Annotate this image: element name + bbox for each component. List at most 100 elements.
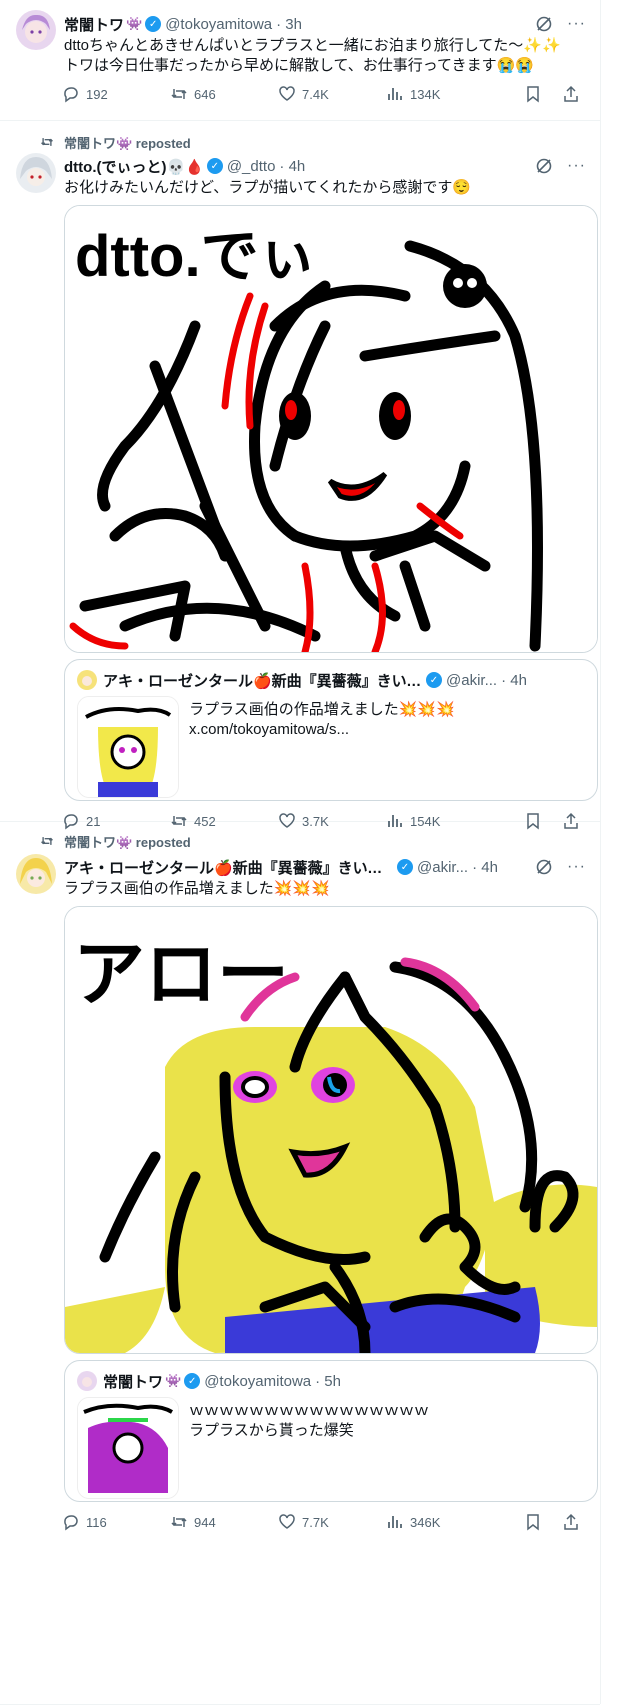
views-icon — [388, 1516, 402, 1528]
repost-button[interactable]: 646 — [170, 85, 278, 103]
author-name[interactable]: dtto.(でぃっと)💀🩸 — [64, 156, 204, 177]
quote-text-line: ラプラス画伯の作品増えました💥💥💥 — [189, 701, 455, 718]
action-bar: 116 944 7.7K 346K — [62, 1512, 586, 1532]
post-image[interactable]: アロー — [64, 906, 598, 1354]
drawing-dtto: dtto.でぃ — [65, 206, 597, 652]
alien-icon: 👾 — [126, 16, 143, 31]
author-name[interactable]: 常闇トワ — [64, 14, 124, 35]
share-button[interactable] — [562, 85, 586, 103]
avatar[interactable] — [16, 10, 56, 50]
timeline-feed: 常闇トワ 👾 ✓ @tokoyamitowa · 3h ··· dttoちゃんと… — [0, 0, 601, 1705]
repost-label[interactable]: 常闇トワ👾 reposted — [64, 832, 191, 851]
share-button[interactable] — [562, 1513, 586, 1531]
like-count: 7.4K — [302, 86, 329, 102]
repost-icon — [41, 837, 53, 845]
repost-indicator: 常闇トワ👾 reposted — [40, 133, 191, 151]
post-header: アキ・ローゼンタール🍎新曲『異薔薇』きいてね... ✓ @akir... · 4… — [64, 857, 586, 877]
reply-count: 192 — [86, 86, 108, 102]
quote-author-name: アキ・ローゼンタール🍎新曲『異薔薇』きいてね... — [103, 672, 423, 690]
quote-time: · 5h — [315, 1372, 341, 1390]
post-text: dttoちゃんとあきせんぱいとラプラスと一緒にお泊まり旅行してた～✨✨ トワは今… — [64, 36, 586, 76]
post-header: 常闇トワ 👾 ✓ @tokoyamitowa · 3h ··· — [64, 14, 586, 34]
repost-icon — [171, 89, 187, 99]
repost-icon — [41, 138, 53, 146]
post-time[interactable]: · 4h — [472, 859, 498, 876]
heart-icon — [279, 1514, 295, 1529]
avatar[interactable] — [16, 854, 56, 894]
post-time[interactable]: · 4h — [279, 158, 305, 175]
verified-icon: ✓ — [184, 1373, 201, 1389]
views-icon — [388, 88, 402, 100]
post-text-line: トワは今日仕事だったから早めに解散して、お仕事行ってきます😭😭 — [64, 57, 534, 74]
avatar[interactable] — [16, 153, 56, 193]
heart-icon — [279, 86, 295, 101]
post-text-line: dttoちゃんとあきせんぱいとラプラスと一緒にお泊まり旅行してた～✨✨ — [64, 37, 561, 54]
reply-count: 116 — [86, 1514, 107, 1530]
verified-icon: ✓ — [426, 672, 442, 688]
author-handle[interactable]: @tokoyamitowa — [165, 16, 272, 33]
views-button[interactable]: 134K — [386, 85, 494, 103]
post-time[interactable]: · 3h — [276, 16, 302, 33]
quote-thumbnail — [77, 696, 179, 798]
more-icon[interactable]: ··· — [567, 15, 586, 33]
post-1[interactable]: 常闇トワ 👾 ✓ @tokoyamitowa · 3h ··· dttoちゃんと… — [0, 0, 600, 121]
quote-text: ｗｗｗｗｗｗｗｗｗｗｗｗｗｗｗｗ ラプラスから貰った爆笑 — [189, 1401, 585, 1441]
quote-text-line: ｗｗｗｗｗｗｗｗｗｗｗｗｗｗｗｗ — [189, 1402, 430, 1419]
quote-thumbnail — [77, 1397, 179, 1499]
post-3[interactable]: 常闇トワ👾 reposted アキ・ローゼンタール🍎新曲『異薔薇』きいてね...… — [0, 822, 600, 1705]
quote-author-handle: @akir... — [446, 671, 498, 689]
views-button[interactable]: 346K — [386, 1513, 494, 1531]
verified-icon: ✓ — [206, 158, 223, 174]
share-icon — [564, 85, 578, 102]
quote-link[interactable]: x.com/tokoyamitowa/s... — [189, 720, 585, 740]
repost-button[interactable]: 944 — [170, 1513, 278, 1531]
repost-count: 646 — [194, 86, 216, 102]
reply-icon — [64, 87, 78, 103]
repost-label[interactable]: 常闇トワ👾 reposted — [64, 133, 191, 152]
quote-text-line: ラプラスから貰った爆笑 — [189, 1422, 354, 1439]
quote-text: ラプラス画伯の作品増えました💥💥💥 x.com/tokoyamitowa/s..… — [189, 700, 585, 740]
like-count: 7.7K — [302, 1514, 329, 1530]
action-bar: 192 646 7.4K 134K — [62, 84, 586, 104]
quote-author-handle: @tokoyamitowa — [204, 1372, 312, 1390]
reply-button[interactable]: 116 — [62, 1513, 170, 1531]
bookmark-button[interactable] — [524, 85, 548, 103]
quoted-post[interactable]: 常闇トワ 👾 ✓ @tokoyamitowa · 5h ｗｗｗｗｗｗｗｗｗｗｗｗ… — [64, 1360, 598, 1502]
quoted-post[interactable]: アキ・ローゼンタール🍎新曲『異薔薇』きいてね... ✓ @akir... · 4… — [64, 659, 598, 801]
quote-header: アキ・ローゼンタール🍎新曲『異薔薇』きいてね... ✓ @akir... · 4… — [77, 670, 585, 690]
alien-icon: 👾 — [165, 1373, 182, 1388]
avatar — [77, 670, 97, 690]
author-name[interactable]: アキ・ローゼンタール🍎新曲『異薔薇』きいてね... — [64, 857, 394, 878]
more-icon[interactable]: ··· — [567, 858, 586, 876]
grok-icon[interactable] — [535, 157, 553, 175]
more-icon[interactable]: ··· — [567, 157, 586, 175]
drawing-aki: アロー — [65, 907, 597, 1353]
author-handle[interactable]: @akir... — [417, 859, 468, 876]
bookmark-icon — [527, 86, 539, 103]
verified-icon: ✓ — [397, 859, 413, 875]
drawing-caption: dtto.でぃ — [75, 224, 317, 289]
repost-indicator: 常闇トワ👾 reposted — [40, 832, 191, 850]
reply-button[interactable]: 192 — [62, 85, 170, 103]
grok-icon[interactable] — [535, 15, 553, 33]
post-image[interactable]: dtto.でぃ — [64, 205, 598, 653]
like-button[interactable]: 7.4K — [278, 85, 386, 103]
bookmark-icon — [527, 1514, 539, 1531]
view-count: 134K — [410, 86, 441, 102]
bookmark-button[interactable] — [524, 1513, 548, 1531]
post-header: dtto.(でぃっと)💀🩸 ✓ @_dtto · 4h ··· — [64, 156, 586, 176]
quote-time: · 4h — [501, 671, 527, 689]
post-2[interactable]: 常闇トワ👾 reposted dtto.(でぃっと)💀🩸 ✓ @_dtto · … — [0, 121, 600, 830]
verified-icon: ✓ — [145, 16, 162, 32]
post-text: ラプラス画伯の作品増えました💥💥💥 — [64, 880, 330, 897]
reply-icon — [64, 1515, 78, 1531]
quote-author-name: 常闇トワ — [103, 1373, 164, 1391]
view-count: 346K — [410, 1514, 441, 1530]
share-icon — [564, 1513, 578, 1530]
grok-icon[interactable] — [535, 858, 553, 876]
quote-header: 常闇トワ 👾 ✓ @tokoyamitowa · 5h — [77, 1371, 585, 1391]
post-text: お化けみたいんだけど、ラプが描いてくれたから感謝です😌 — [64, 179, 472, 196]
avatar — [77, 1371, 97, 1391]
like-button[interactable]: 7.7K — [278, 1513, 386, 1531]
author-handle[interactable]: @_dtto — [227, 158, 276, 175]
